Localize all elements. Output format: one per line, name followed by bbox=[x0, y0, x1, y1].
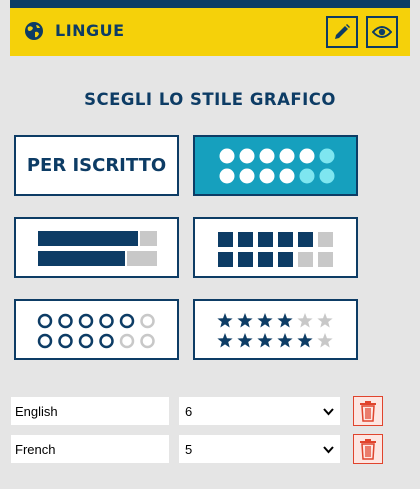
delete-language-button[interactable] bbox=[353, 396, 383, 426]
rating-star bbox=[237, 313, 253, 328]
top-accent-bar bbox=[10, 0, 410, 8]
style-option-dots[interactable] bbox=[193, 135, 358, 196]
section-header: LINGUE bbox=[10, 8, 410, 56]
rating-dot bbox=[219, 148, 235, 164]
language-level-select[interactable]: 5 bbox=[178, 434, 341, 464]
bars-rating-preview bbox=[38, 231, 157, 266]
rating-star bbox=[217, 333, 233, 348]
dots-rating-preview bbox=[219, 148, 335, 184]
rating-square bbox=[278, 252, 293, 267]
style-option-stars[interactable] bbox=[193, 299, 358, 360]
trash-icon bbox=[360, 401, 376, 422]
rating-circle bbox=[119, 333, 135, 349]
chevron-down-icon bbox=[323, 408, 334, 416]
squares-rating-preview bbox=[218, 232, 333, 267]
rating-square bbox=[318, 252, 333, 267]
rating-star bbox=[297, 333, 313, 348]
style-option-text-label: PER ISCRITTO bbox=[26, 155, 167, 176]
rating-square bbox=[318, 232, 333, 247]
rating-circle bbox=[99, 333, 114, 349]
rating-circle bbox=[99, 313, 114, 329]
delete-language-button[interactable] bbox=[353, 434, 383, 464]
rating-square bbox=[238, 232, 253, 247]
rating-dot bbox=[319, 148, 335, 164]
rating-dot bbox=[259, 148, 275, 164]
rating-square bbox=[298, 252, 313, 267]
rating-star bbox=[237, 333, 253, 348]
rating-square bbox=[238, 252, 253, 267]
rating-circle bbox=[78, 313, 94, 329]
rating-star bbox=[317, 333, 333, 348]
preview-button[interactable] bbox=[366, 16, 398, 48]
rating-circle bbox=[140, 313, 155, 329]
rating-star bbox=[297, 313, 313, 328]
pencil-icon bbox=[335, 24, 350, 39]
rating-star bbox=[257, 333, 273, 348]
style-option-text[interactable]: PER ISCRITTO bbox=[14, 135, 179, 196]
rating-square bbox=[218, 252, 233, 267]
stars-rating-preview bbox=[217, 313, 333, 348]
language-level-select[interactable]: 6 bbox=[178, 396, 341, 426]
language-name-input[interactable] bbox=[10, 396, 170, 426]
style-option-bars[interactable] bbox=[14, 217, 179, 278]
rating-dot bbox=[299, 148, 315, 164]
rating-square bbox=[258, 232, 273, 247]
language-row: 5 bbox=[10, 434, 410, 464]
language-name-input[interactable] bbox=[10, 434, 170, 464]
rating-star bbox=[277, 313, 293, 328]
rating-dot bbox=[239, 168, 255, 184]
rating-dot bbox=[239, 148, 255, 164]
section-title-lingue: LINGUE bbox=[55, 21, 125, 40]
circles-rating-preview bbox=[37, 313, 155, 349]
rating-star bbox=[217, 313, 233, 328]
rating-circle bbox=[58, 313, 73, 329]
rating-dot bbox=[279, 168, 295, 184]
rating-circle bbox=[37, 313, 53, 329]
style-chooser-title: SCEGLI LO STILE GRAFICO bbox=[84, 90, 336, 109]
rating-dot bbox=[259, 168, 275, 184]
rating-circle bbox=[58, 333, 73, 349]
rating-square bbox=[298, 232, 313, 247]
rating-square bbox=[218, 232, 233, 247]
rating-star bbox=[317, 313, 333, 328]
chevron-down-icon bbox=[323, 446, 334, 454]
language-level-value: 5 bbox=[185, 441, 193, 457]
rating-star bbox=[257, 313, 273, 328]
rating-circle bbox=[78, 333, 94, 349]
rating-square bbox=[258, 252, 273, 267]
rating-square bbox=[278, 232, 293, 247]
rating-circle bbox=[140, 333, 155, 349]
rating-star bbox=[277, 333, 293, 348]
globe-icon bbox=[25, 22, 43, 40]
rating-dot bbox=[279, 148, 295, 164]
eye-icon bbox=[372, 26, 392, 38]
style-option-circles[interactable] bbox=[14, 299, 179, 360]
rating-dot bbox=[319, 168, 335, 184]
trash-icon bbox=[360, 439, 376, 460]
language-level-value: 6 bbox=[185, 403, 193, 419]
language-row: 6 bbox=[10, 396, 410, 426]
rating-dot bbox=[299, 168, 315, 184]
rating-circle bbox=[119, 313, 135, 329]
rating-dot bbox=[219, 168, 235, 184]
edit-button[interactable] bbox=[326, 16, 358, 48]
rating-circle bbox=[37, 333, 53, 349]
style-option-squares[interactable] bbox=[193, 217, 358, 278]
